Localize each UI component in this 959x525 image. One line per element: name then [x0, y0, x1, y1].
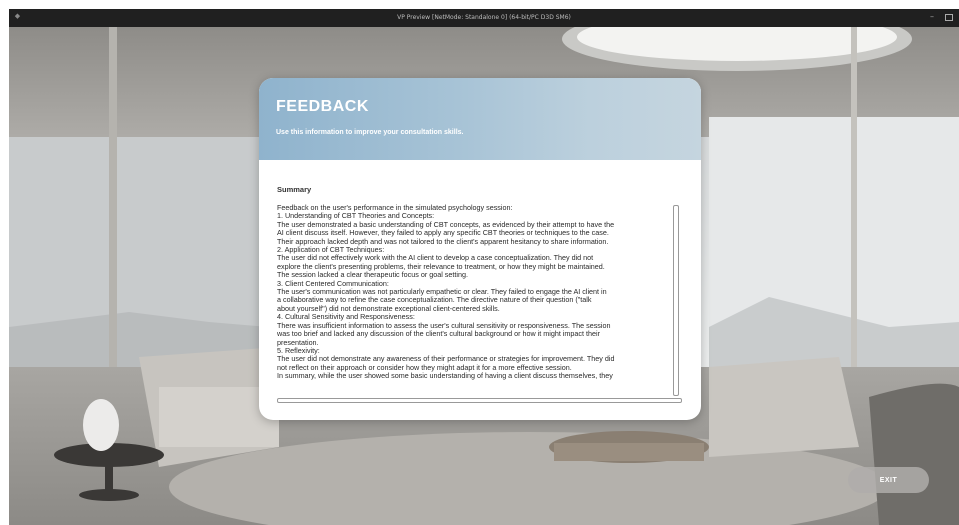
summary-line: presentation. — [277, 337, 319, 347]
minimize-icon[interactable]: – — [927, 12, 937, 22]
summary-line: In summary, while the user showed some b… — [277, 371, 613, 381]
summary-text: Feedback on the user's performance in th… — [277, 204, 679, 381]
summary-line: was too brief and lacked any discussion … — [277, 329, 600, 339]
exit-button[interactable]: EXIT — [848, 467, 929, 493]
feedback-header: FEEDBACK Use this information to improve… — [259, 78, 701, 160]
feedback-subtitle: Use this information to improve your con… — [276, 129, 464, 136]
window-titlebar: ◆ VP Preview [NetMode: Standalone 0] (64… — [9, 9, 959, 27]
feedback-title: FEEDBACK — [276, 98, 369, 115]
feedback-panel: FEEDBACK Use this information to improve… — [259, 78, 701, 420]
summary-horizontal-scrollbar[interactable] — [277, 398, 682, 403]
summary-text-area[interactable]: Feedback on the user's performance in th… — [277, 204, 679, 399]
summary-heading: Summary — [277, 185, 312, 194]
summary-vertical-scrollbar[interactable] — [673, 205, 679, 396]
maximize-icon[interactable] — [945, 14, 953, 21]
window-title: VP Preview [NetMode: Standalone 0] (64-b… — [397, 14, 571, 21]
